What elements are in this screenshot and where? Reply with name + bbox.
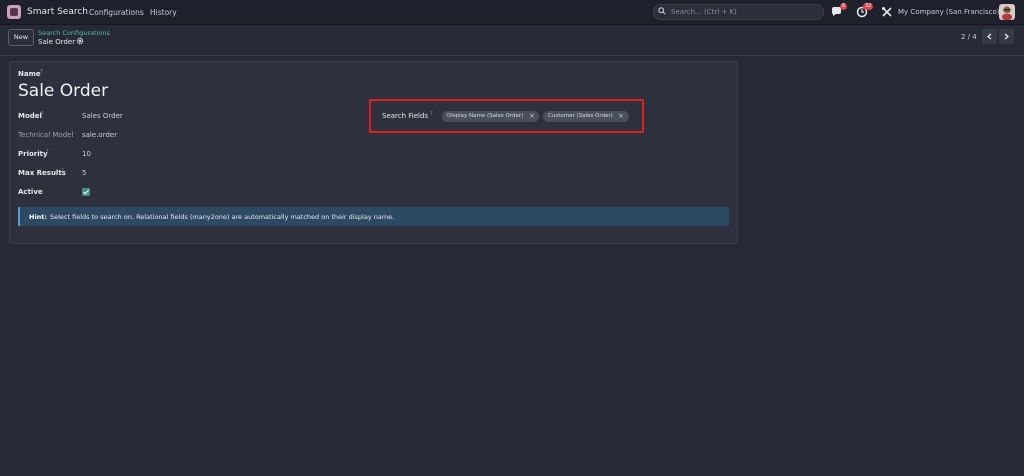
model-field[interactable]: Sales Order bbox=[82, 112, 123, 120]
max-results-label: Max Results bbox=[18, 169, 66, 177]
chevron-right-icon bbox=[1004, 33, 1009, 40]
model-help-tip[interactable]: ? bbox=[41, 111, 44, 117]
name-label: Name bbox=[18, 70, 41, 78]
app-menu-icon[interactable] bbox=[7, 5, 21, 19]
technical-model-value: sale.order bbox=[82, 131, 118, 139]
priority-help-tip[interactable]: ? bbox=[46, 149, 49, 155]
model-label: Model bbox=[18, 112, 42, 120]
new-button[interactable]: New bbox=[8, 29, 34, 46]
tools-icon[interactable] bbox=[881, 6, 893, 18]
priority-field[interactable]: 10 bbox=[82, 150, 91, 158]
search-placeholder: Search... (Ctrl + K) bbox=[671, 8, 737, 16]
control-panel: New Search Configurations Sale Order 2 /… bbox=[0, 25, 1024, 56]
priority-label: Priority bbox=[18, 150, 48, 158]
hint-alert: Hint: Select fields to search on. Relati… bbox=[18, 207, 729, 226]
max-results-help-tip[interactable]: ? bbox=[61, 168, 64, 174]
breadcrumb-search-configurations[interactable]: Search Configurations bbox=[38, 29, 110, 37]
hint-title: Hint: bbox=[29, 213, 48, 221]
menu-history[interactable]: History bbox=[150, 8, 177, 17]
app-name[interactable]: Smart Search bbox=[27, 7, 88, 17]
highlight-box bbox=[369, 99, 644, 133]
max-results-field[interactable]: 5 bbox=[82, 169, 86, 177]
active-label: Active bbox=[18, 188, 43, 196]
record-name-field[interactable]: Sale Order bbox=[18, 81, 108, 101]
breadcrumb-current: Sale Order bbox=[38, 38, 76, 46]
form-sheet: Name ? Sale Order Model ? Sales Order Te… bbox=[9, 61, 738, 244]
user-avatar[interactable] bbox=[999, 4, 1015, 20]
checkmark-icon bbox=[83, 189, 89, 195]
technical-model-label: Technical Model bbox=[18, 131, 74, 139]
pager-value[interactable]: 2 / 4 bbox=[961, 33, 977, 41]
pager-next-button[interactable] bbox=[999, 29, 1014, 44]
company-switcher[interactable]: My Company (San Francisco) bbox=[898, 8, 999, 16]
activities-badge: 32 bbox=[863, 3, 874, 10]
chevron-left-icon bbox=[987, 33, 992, 40]
menu-configurations[interactable]: Configurations bbox=[89, 8, 144, 17]
search-icon bbox=[658, 7, 666, 15]
name-help-tip[interactable]: ? bbox=[40, 69, 43, 75]
gear-icon[interactable] bbox=[76, 37, 84, 45]
command-search-input[interactable]: Search... (Ctrl + K) bbox=[653, 4, 824, 20]
pager-previous-button[interactable] bbox=[982, 29, 997, 44]
hint-text: Select fields to search on. Relational f… bbox=[50, 213, 395, 221]
active-checkbox[interactable] bbox=[82, 188, 90, 196]
messages-badge: 6 bbox=[840, 3, 848, 10]
top-navbar: Smart Search Configurations History Sear… bbox=[0, 0, 1024, 25]
